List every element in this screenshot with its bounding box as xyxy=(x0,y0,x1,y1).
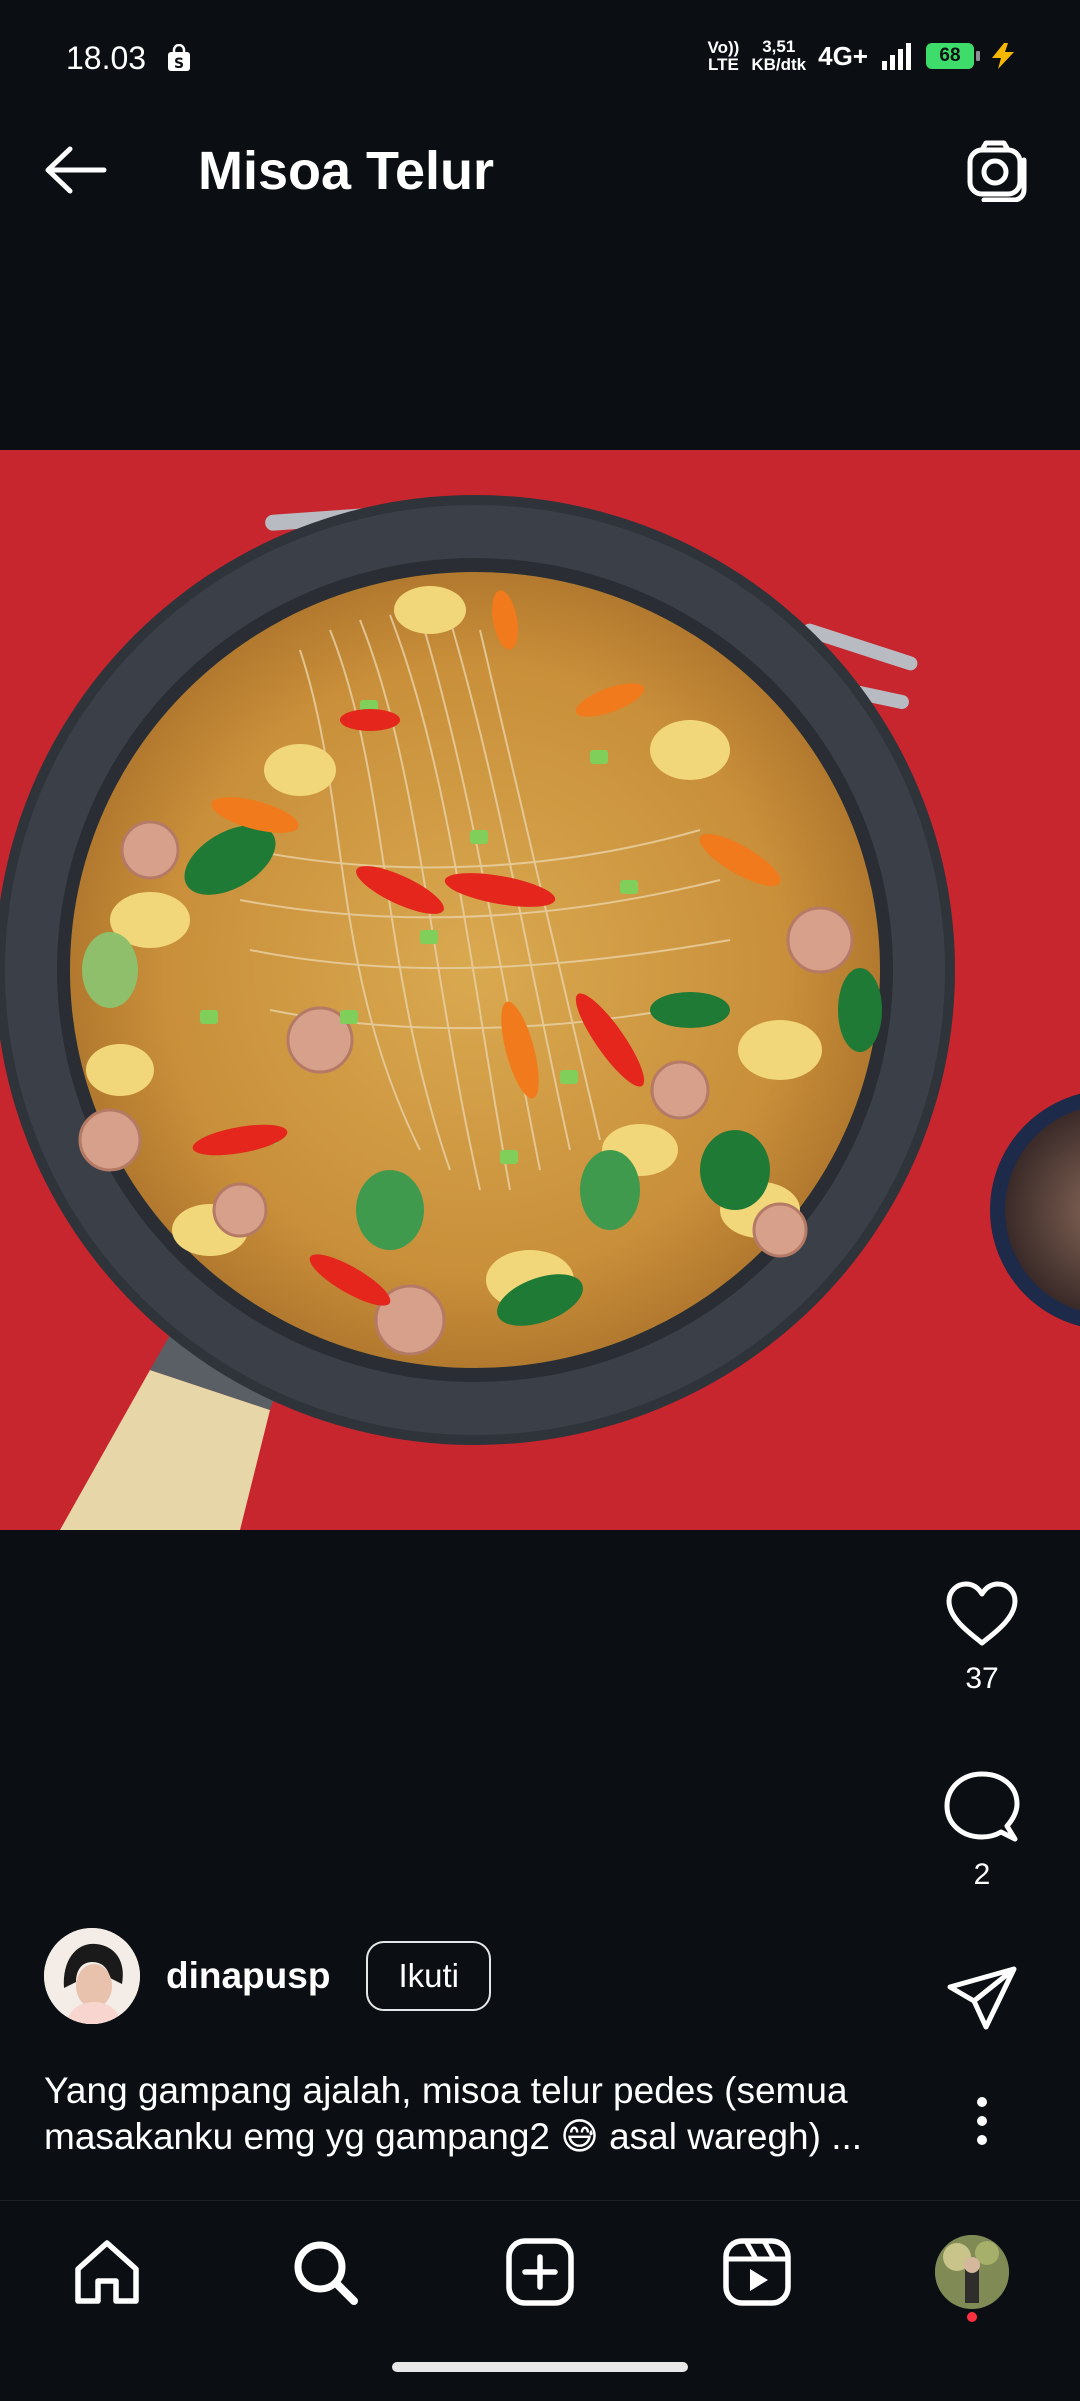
author-photo xyxy=(44,1928,140,2024)
volte-indicator: Vo)) LTE xyxy=(707,38,740,74)
top-bar: Misoa Telur xyxy=(0,92,1080,252)
status-time: 18.03 xyxy=(66,40,147,76)
comment-count[interactable]: 2 xyxy=(912,1858,1052,1892)
more-icon[interactable] xyxy=(972,2096,992,2146)
network-speed: 3,51 KB/dtk xyxy=(751,37,807,74)
battery-indicator: 68 xyxy=(926,43,980,69)
page-title: Misoa Telur xyxy=(198,141,495,201)
like-count[interactable]: 37 xyxy=(912,1662,1052,1696)
search-icon[interactable] xyxy=(288,2235,362,2309)
profile-avatar[interactable] xyxy=(935,2235,1009,2309)
author-username[interactable]: dinapusp xyxy=(166,1955,330,1997)
shopping-bag-icon: S xyxy=(168,44,190,72)
caption-line-1: Yang gampang ajalah, misoa telur pedes (… xyxy=(44,2070,848,2111)
network-type: 4G+ xyxy=(818,40,868,71)
caption-line-2: masakanku emg yg gampang2 😅 asal waregh)… xyxy=(44,2116,863,2157)
like-action: 37 xyxy=(912,1580,1052,1696)
profile-notification-dot xyxy=(967,2312,977,2322)
comment-icon[interactable] xyxy=(944,1770,1020,1844)
svg-text:S: S xyxy=(174,56,184,72)
reels-icon[interactable] xyxy=(720,2235,794,2309)
follow-button[interactable]: Ikuti xyxy=(366,1941,491,2011)
home-icon[interactable] xyxy=(70,2235,144,2309)
food-photo xyxy=(0,450,1080,1530)
more-action xyxy=(912,2096,1052,2146)
gesture-home-bar[interactable] xyxy=(392,2362,688,2372)
profile-photo xyxy=(935,2235,1009,2309)
share-icon[interactable] xyxy=(946,1965,1018,2031)
back-arrow-icon[interactable] xyxy=(40,140,112,200)
post-author: dinapusp Ikuti xyxy=(44,1926,491,2026)
signal-icon xyxy=(882,43,911,70)
status-indicators: Vo)) LTE 3,51 KB/dtk 4G+ 68 xyxy=(708,38,1020,74)
comment-action: 2 xyxy=(912,1770,1052,1892)
share-action xyxy=(912,1965,1052,2031)
camera-icon[interactable] xyxy=(966,138,1030,202)
create-icon[interactable] xyxy=(503,2235,577,2309)
post-caption[interactable]: Yang gampang ajalah, misoa telur pedes (… xyxy=(44,2068,924,2160)
author-avatar[interactable] xyxy=(44,1928,140,2024)
post-image[interactable] xyxy=(0,450,1080,1530)
status-bar: 18.03 S Vo)) LTE 3,51 KB/dtk 4G+ 68 xyxy=(0,0,1080,92)
heart-icon[interactable] xyxy=(944,1580,1020,1648)
charging-icon xyxy=(992,43,1014,69)
